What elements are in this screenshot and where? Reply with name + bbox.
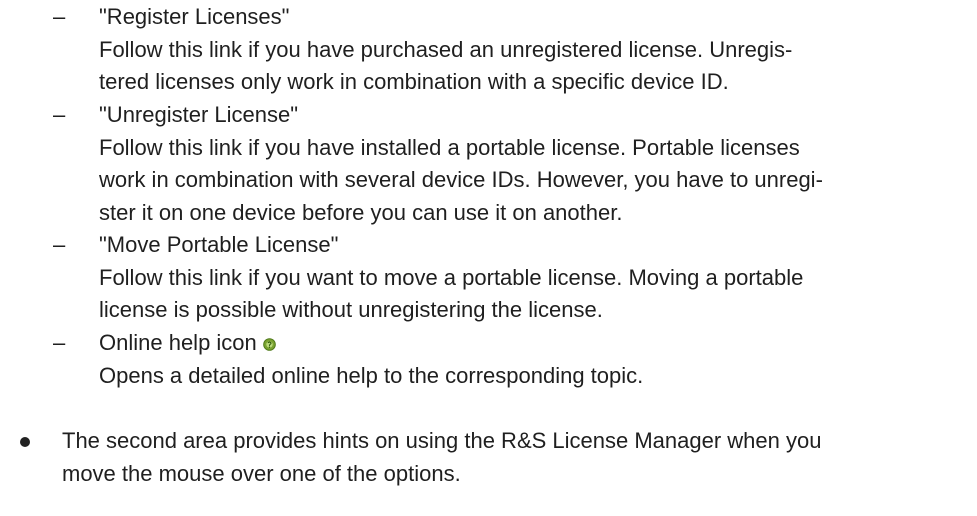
- description-line: ster it on one device before you can use…: [99, 199, 623, 225]
- item-title: "Move Portable License": [99, 232, 339, 257]
- description-line: work in combination with several device …: [99, 167, 823, 192]
- description-line: Follow this link if you have purchased a…: [99, 36, 793, 62]
- description-line: Opens a detailed online help to the corr…: [99, 362, 644, 388]
- document-page: – "Register Licenses" Follow this link i…: [0, 0, 977, 516]
- description-line: license is possible without unregisterin…: [99, 297, 603, 322]
- dash-marker: –: [53, 232, 66, 257]
- item-description: Follow this link if you want to move a p…: [99, 262, 977, 327]
- list-item-online-help-icon: – Online help icon Opens a detailed onli…: [0, 327, 977, 392]
- dash-marker: –: [53, 4, 66, 29]
- item-description: Follow this link if you have installed a…: [99, 132, 977, 230]
- help-icon: [262, 328, 276, 351]
- item-title: "Register Licenses": [99, 4, 290, 29]
- bullet-marker: [20, 437, 30, 447]
- list-item-register-licenses: – "Register Licenses" Follow this link i…: [0, 1, 977, 99]
- bullet-item-second-area: The second area provides hints on using …: [0, 425, 977, 490]
- dash-marker: –: [53, 102, 66, 127]
- item-description: Follow this link if you have purchased a…: [99, 34, 977, 99]
- description-line: Follow this link if you want to move a p…: [99, 264, 804, 290]
- item-title-text: Online help icon: [99, 330, 257, 355]
- description-line: tered licenses only work in combination …: [99, 69, 729, 94]
- list-item-unregister-license: – "Unregister License" Follow this link …: [0, 99, 977, 229]
- bullet-line: The second area provides hints on using …: [62, 428, 822, 453]
- item-title: Online help icon: [99, 327, 977, 360]
- bullet-line: move the mouse over one of the options.: [62, 460, 461, 486]
- description-line: Follow this link if you have installed a…: [99, 134, 800, 160]
- list-item-move-portable-license: – "Move Portable License" Follow this li…: [0, 229, 977, 327]
- item-title: "Unregister License": [99, 102, 299, 127]
- item-description: Opens a detailed online help to the corr…: [99, 360, 977, 393]
- dash-marker: –: [53, 330, 66, 355]
